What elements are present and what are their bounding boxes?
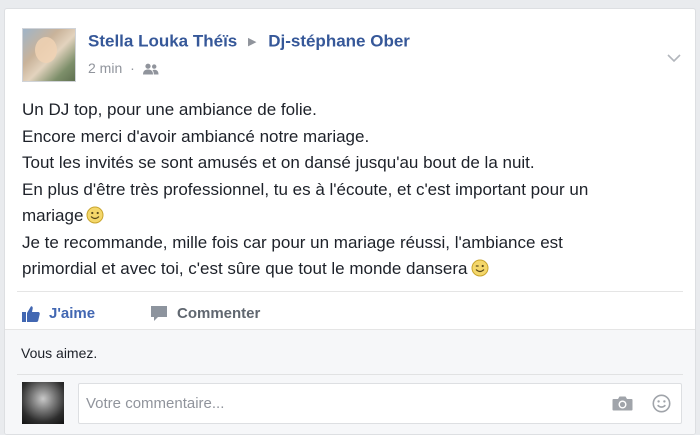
comment-input[interactable] (86, 384, 586, 423)
post-timestamp[interactable]: 2 min (88, 60, 122, 76)
comment-label: Commenter (177, 304, 261, 322)
post-body: Un DJ top, pour une ambiance de folie. E… (22, 97, 672, 283)
camera-icon[interactable] (612, 395, 633, 416)
post-line: Tout les invités se sont amusés et on da… (22, 153, 535, 172)
divider (17, 374, 683, 375)
meta-separator: · (130, 60, 135, 76)
comment-bubble-icon (151, 305, 167, 321)
divider (17, 291, 683, 292)
friends-icon[interactable] (142, 62, 159, 78)
post-line-with-emoji: mariage (22, 203, 672, 230)
post-line-text: mariage (22, 206, 84, 225)
thumbs-up-icon (22, 305, 40, 322)
likes-summary[interactable]: Vous aimez. (21, 345, 97, 361)
smiley-emoji-icon (86, 206, 104, 224)
comment-button[interactable]: Commenter (150, 296, 260, 330)
post-line: Un DJ top, pour une ambiance de folie. (22, 100, 317, 119)
post-meta: 2 min · (88, 60, 159, 78)
post-names: Stella Louka Théïs ▶ Dj-stéphane Ober (88, 31, 410, 52)
chevron-down-icon[interactable] (667, 50, 681, 68)
author-avatar[interactable] (22, 28, 76, 82)
like-label: J'aime (49, 304, 96, 322)
feedback-area: Vous aimez. (5, 329, 695, 434)
post-line-text: primordial et avec toi, c'est sûre que t… (22, 259, 468, 278)
viewer-avatar (22, 382, 64, 424)
comment-box (78, 383, 682, 424)
post-line: Je te recommande, mille fois car pour un… (22, 232, 563, 252)
emoji-icon[interactable] (652, 394, 671, 418)
like-button[interactable]: J'aime (22, 296, 95, 330)
post-line-with-emoji: primordial et avec toi, c'est sûre que t… (22, 256, 672, 283)
post-line: En plus d'être très professionnel, tu es… (22, 179, 589, 199)
post-line: Encore merci d'avoir ambiancé notre mari… (22, 126, 370, 146)
target-page-link[interactable]: Dj-stéphane Ober (268, 32, 410, 51)
caret-right-icon: ▶ (248, 36, 257, 49)
wink-emoji-icon (471, 259, 489, 277)
author-name-link[interactable]: Stella Louka Théïs (88, 32, 237, 51)
post-card: Stella Louka Théïs ▶ Dj-stéphane Ober 2 … (4, 8, 696, 435)
post-header: Stella Louka Théïs ▶ Dj-stéphane Ober 2 … (22, 28, 695, 84)
